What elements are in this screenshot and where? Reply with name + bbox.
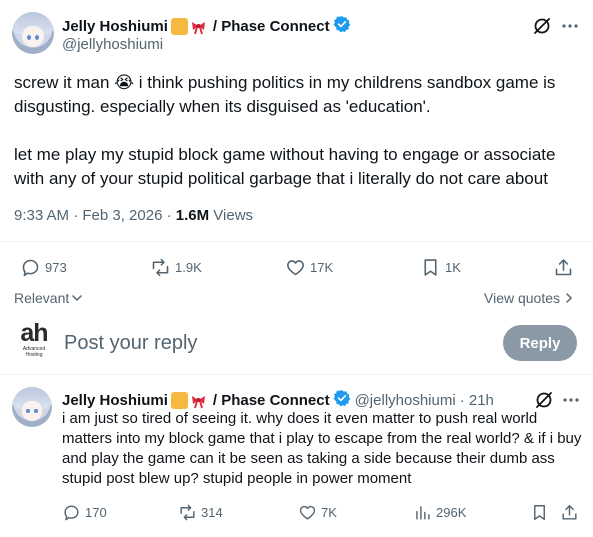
divider	[0, 374, 593, 375]
sort-label: Relevant	[14, 290, 70, 306]
views-count: 1.6M	[175, 207, 210, 224]
chevron-down-icon	[72, 295, 83, 302]
repost-action[interactable]: 1.9K	[150, 257, 202, 278]
logo-letters: ah	[20, 319, 48, 347]
bookmark-count: 1K	[445, 260, 461, 275]
reply-views-count: 296K	[436, 505, 467, 520]
like-action[interactable]: 17K	[285, 257, 333, 278]
post-text-paragraph-1: screw it man 😭 i think pushing politics …	[14, 73, 556, 116]
bookmark-icon	[534, 505, 545, 520]
reply-repost-count: 314	[201, 505, 223, 520]
reply-timestamp[interactable]: · 21h	[460, 392, 494, 409]
reply-repost-action[interactable]: 314	[178, 503, 223, 522]
repost-icon	[180, 504, 195, 521]
views-icon	[416, 506, 430, 520]
more-icon[interactable]	[560, 16, 580, 36]
reply-author-handle[interactable]: @jellyhoshiumi	[355, 392, 456, 409]
reply-avatar[interactable]	[12, 387, 52, 427]
ribbon-emoji-icon	[189, 18, 207, 35]
verified-badge-icon	[333, 15, 351, 38]
reply-like-count: 7K	[321, 505, 337, 520]
repost-count: 1.9K	[175, 260, 202, 275]
reply-like-action[interactable]: 7K	[298, 503, 337, 522]
ribbon-emoji-icon	[189, 392, 207, 409]
logo-caption: Advanced Hosting	[22, 346, 46, 358]
author-affiliation[interactable]: / Phase Connect	[213, 18, 330, 35]
like-count: 17K	[310, 260, 334, 275]
reply-bookmark-action[interactable]	[530, 503, 549, 522]
like-icon	[287, 260, 304, 276]
flag-emoji-icon	[170, 392, 188, 409]
grok-icon[interactable]	[532, 16, 552, 36]
avatar[interactable]	[12, 12, 54, 54]
post-text-paragraph-2: let me play my stupid block game without…	[14, 145, 556, 188]
reply-reply-action[interactable]: 170	[62, 503, 107, 522]
like-icon	[299, 505, 316, 520]
chevron-right-icon	[566, 293, 573, 303]
repost-icon	[152, 258, 169, 277]
bookmark-action[interactable]: 1K	[420, 257, 461, 278]
grok-icon[interactable]	[534, 390, 554, 410]
view-quotes-link[interactable]: View quotes	[484, 290, 574, 306]
post-timestamp[interactable]: 9:33 AM · Feb 3, 2026 ·	[14, 207, 176, 224]
reply-text: i am just so tired of seeing it. why doe…	[62, 410, 582, 487]
author-handle[interactable]: @jellyhoshiumi	[62, 36, 163, 53]
share-icon	[555, 259, 572, 276]
sort-dropdown[interactable]: Relevant	[14, 290, 83, 306]
author-display-name[interactable]: Jelly Hoshiumi	[62, 18, 168, 35]
reply-input[interactable]: Post your reply	[64, 332, 484, 355]
views-label: Views	[209, 207, 254, 224]
post-metadata: 9:33 AM · Feb 3, 2026 · 1.6M Views	[14, 207, 253, 224]
reply-views-action[interactable]: 296K	[413, 503, 466, 522]
share-action[interactable]	[553, 257, 574, 278]
reply-icon	[22, 259, 39, 277]
reply-reply-count: 170	[85, 505, 107, 520]
reply-share-action[interactable]	[560, 503, 579, 522]
view-quotes-label: View quotes	[484, 290, 561, 306]
advanced-hosting-logo: ah Advanced Hosting	[12, 320, 56, 364]
reply-author-affiliation[interactable]: / Phase Connect	[213, 392, 330, 409]
share-icon	[562, 505, 577, 520]
author-name-row[interactable]: Jelly Hoshiumi / Phase Connect	[62, 15, 351, 38]
divider	[0, 241, 593, 242]
reply-count: 973	[45, 260, 67, 275]
reply-button[interactable]: Reply	[503, 325, 577, 361]
reply-icon	[64, 505, 79, 521]
flag-emoji-icon	[170, 18, 188, 35]
more-icon[interactable]	[561, 390, 581, 410]
reply-author-display-name[interactable]: Jelly Hoshiumi	[62, 392, 168, 409]
reply-action[interactable]: 973	[20, 257, 67, 278]
bookmark-icon	[424, 259, 437, 276]
